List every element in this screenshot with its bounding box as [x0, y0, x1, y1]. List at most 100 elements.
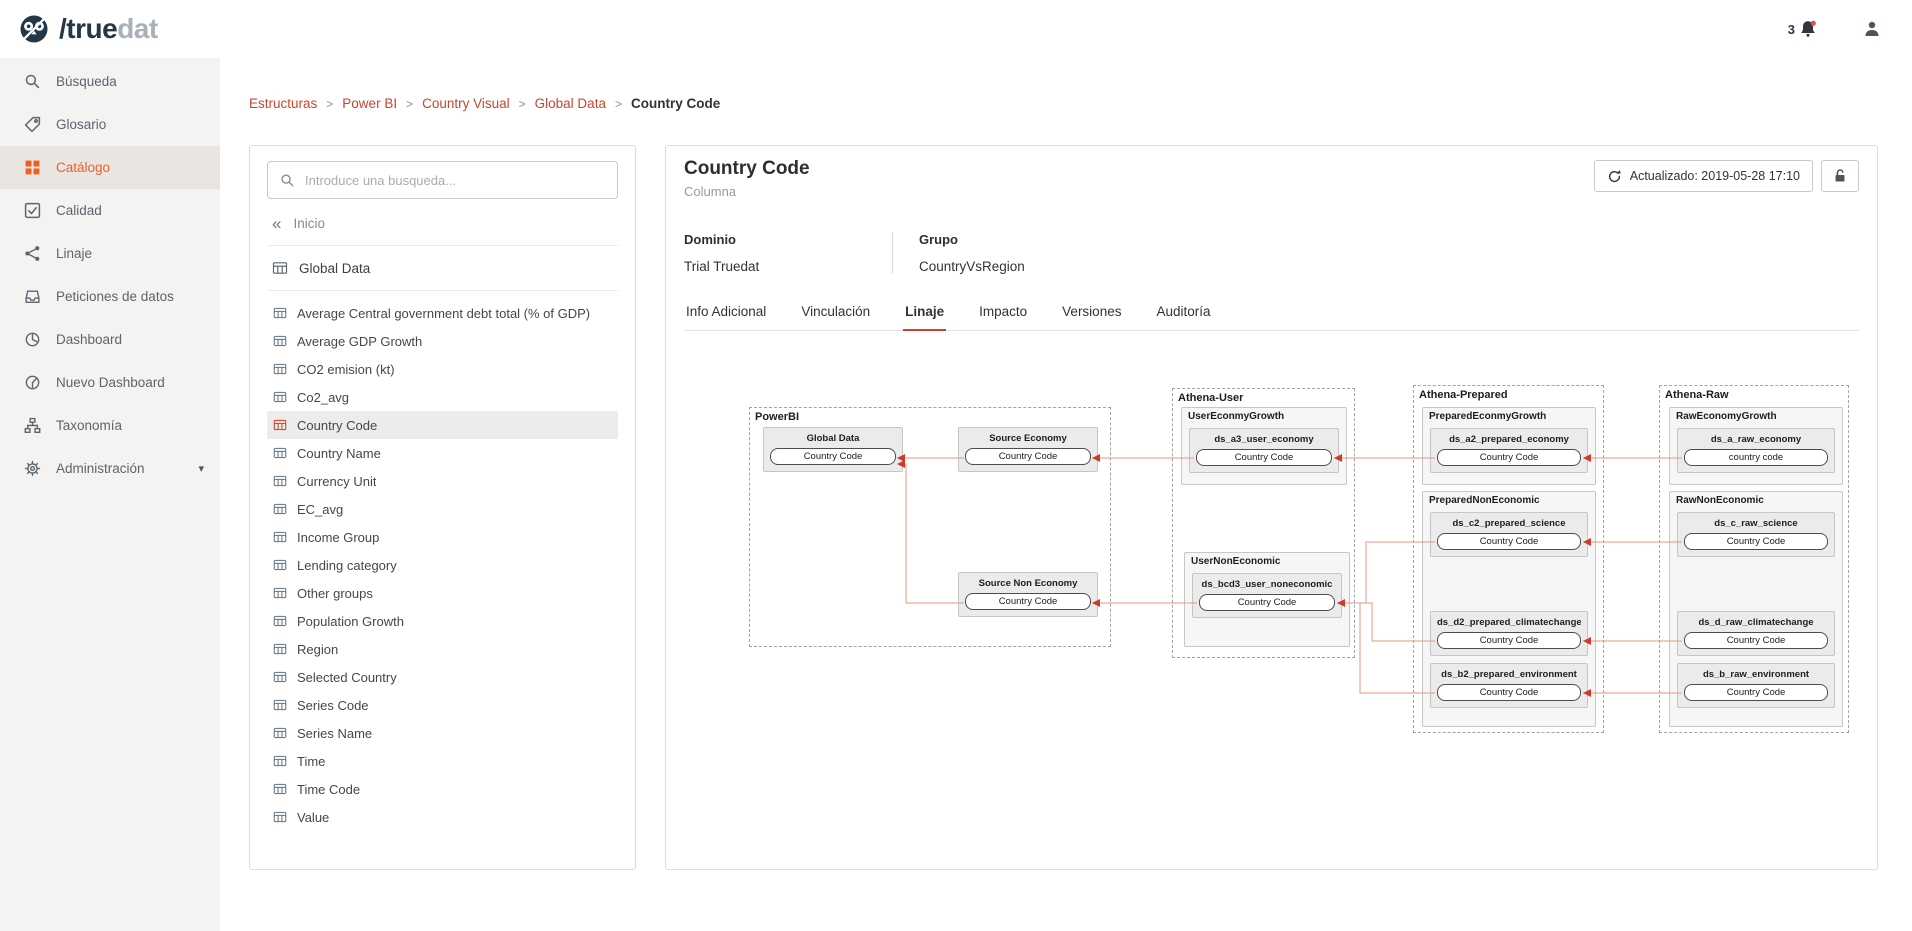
- tree-item-label: Population Growth: [297, 614, 404, 629]
- tree-parent-global-data[interactable]: Global Data: [267, 246, 618, 291]
- lineage-table-name: ds_d2_prepared_climatechange: [1437, 617, 1581, 628]
- lineage-field-pill[interactable]: Country Code: [1437, 449, 1581, 466]
- tree-item[interactable]: Lending category: [267, 551, 618, 579]
- breadcrumb-country-visual[interactable]: Country Visual: [422, 96, 510, 111]
- lineage-table-name: ds_b2_prepared_environment: [1437, 669, 1581, 680]
- tree-item[interactable]: Co2_avg: [267, 383, 618, 411]
- lineage-field-pill[interactable]: Country Code: [965, 593, 1091, 610]
- lineage-group-label: Athena-User: [1178, 392, 1243, 404]
- lineage-table-ds-b2-prepared-environment[interactable]: ds_b2_prepared_environment Country Code: [1430, 663, 1588, 708]
- tree-item[interactable]: Country Name: [267, 439, 618, 467]
- tree-item[interactable]: Selected Country: [267, 663, 618, 691]
- tree-item[interactable]: Other groups: [267, 579, 618, 607]
- tree-item[interactable]: Average GDP Growth: [267, 327, 618, 355]
- refresh-updated-button[interactable]: Actualizado: 2019-05-28 17:10: [1594, 160, 1813, 192]
- search-icon: [24, 73, 41, 90]
- table-icon: [273, 754, 287, 768]
- lineage-subgroup-prepared-noneconomic: PreparedNonEconomic ds_c2_prepared_scien…: [1422, 491, 1596, 727]
- lineage-table-ds-bcd3-user-noneconomic[interactable]: ds_bcd3_user_noneconomic Country Code: [1192, 573, 1342, 618]
- lineage-field-pill[interactable]: country code: [1684, 449, 1828, 466]
- breadcrumb-estructuras[interactable]: Estructuras: [249, 96, 317, 111]
- tree-item-label: Time Code: [297, 782, 360, 797]
- lineage-field-pill[interactable]: Country Code: [1684, 684, 1828, 701]
- tab-linaje[interactable]: Linaje: [903, 304, 946, 331]
- sidebar-item-catalogo[interactable]: Catálogo: [0, 146, 220, 189]
- tree-item[interactable]: Series Code: [267, 691, 618, 719]
- breadcrumb-global-data[interactable]: Global Data: [535, 96, 606, 111]
- tree-item[interactable]: Series Name: [267, 719, 618, 747]
- lineage-table-ds-a3-user-economy[interactable]: ds_a3_user_economy Country Code: [1189, 428, 1339, 473]
- table-icon: [273, 782, 287, 796]
- sidebar-item-linaje[interactable]: Linaje: [0, 232, 220, 275]
- lineage-table-ds-b-raw-environment[interactable]: ds_b_raw_environment Country Code: [1677, 663, 1835, 708]
- sidebar-item-label: Dashboard: [56, 332, 122, 347]
- breadcrumb-power-bi[interactable]: Power BI: [342, 96, 397, 111]
- unlock-icon: [1832, 168, 1848, 184]
- lineage-field-pill[interactable]: Country Code: [965, 448, 1091, 465]
- sidebar-item-dashboard[interactable]: Dashboard: [0, 318, 220, 361]
- lineage-table-ds-a2-prepared-economy[interactable]: ds_a2_prepared_economy Country Code: [1430, 428, 1588, 473]
- bell-icon: [1798, 19, 1818, 39]
- sidebar-item-nuevo-dashboard[interactable]: Nuevo Dashboard: [0, 361, 220, 404]
- tab-versiones[interactable]: Versiones: [1060, 304, 1123, 330]
- tab-impacto[interactable]: Impacto: [977, 304, 1029, 330]
- lineage-field-pill[interactable]: Country Code: [1437, 632, 1581, 649]
- sidebar-item-label: Administración: [56, 461, 145, 476]
- lineage-table-source-non-economy[interactable]: Source Non Economy Country Code: [958, 572, 1098, 617]
- user-icon: [1862, 19, 1882, 39]
- sidebar-item-glosario[interactable]: Glosario: [0, 103, 220, 146]
- lock-button[interactable]: [1821, 160, 1859, 192]
- lineage-field-pill[interactable]: Country Code: [770, 448, 896, 465]
- tree-item[interactable]: Population Growth: [267, 607, 618, 635]
- tree-item-label: Region: [297, 642, 338, 657]
- tree-item[interactable]: Income Group: [267, 523, 618, 551]
- lineage-table-source-economy[interactable]: Source Economy Country Code: [958, 427, 1098, 472]
- tree-item[interactable]: EC_avg: [267, 495, 618, 523]
- sitemap-icon: [24, 417, 41, 434]
- tab-info-adicional[interactable]: Info Adicional: [684, 304, 768, 330]
- tree-item[interactable]: Time Code: [267, 775, 618, 803]
- lineage-field-pill[interactable]: Country Code: [1199, 594, 1335, 611]
- tag-icon: [24, 116, 41, 133]
- lineage-field-pill[interactable]: Country Code: [1684, 632, 1828, 649]
- lineage-table-ds-c2-prepared-science[interactable]: ds_c2_prepared_science Country Code: [1430, 512, 1588, 557]
- sidebar: Búsqueda Glosario Catálogo Calidad Linaj…: [0, 58, 220, 931]
- truedat-logo[interactable]: /truedat: [16, 11, 158, 47]
- lineage-field-pill[interactable]: Country Code: [1196, 449, 1332, 466]
- tree-item[interactable]: Region: [267, 635, 618, 663]
- lineage-table-global-data[interactable]: Global Data Country Code: [763, 427, 903, 472]
- sidebar-item-busqueda[interactable]: Búsqueda: [0, 60, 220, 103]
- sidebar-item-peticiones[interactable]: Peticiones de datos: [0, 275, 220, 318]
- lineage-table-ds-d-raw-climatechange[interactable]: ds_d_raw_climatechange Country Code: [1677, 611, 1835, 656]
- sidebar-item-taxonomia[interactable]: Taxonomía: [0, 404, 220, 447]
- tab-vinculacion[interactable]: Vinculación: [799, 304, 872, 330]
- table-icon: [273, 530, 287, 544]
- tree-item-label: Lending category: [297, 558, 397, 573]
- tree-search-box: [267, 161, 618, 199]
- table-icon: [273, 334, 287, 348]
- lineage-table-name: ds_c2_prepared_science: [1437, 518, 1581, 529]
- user-menu-button[interactable]: [1862, 19, 1882, 39]
- lineage-field-pill[interactable]: Country Code: [1437, 684, 1581, 701]
- lineage-table-ds-c-raw-science[interactable]: ds_c_raw_science Country Code: [1677, 512, 1835, 557]
- tree-back-home[interactable]: « Inicio: [267, 215, 618, 246]
- lineage-field-pill[interactable]: Country Code: [1684, 533, 1828, 550]
- tab-auditoria[interactable]: Auditoría: [1154, 304, 1212, 330]
- tree-item[interactable]: Country Code: [267, 411, 618, 439]
- chevron-down-icon: ▾: [198, 462, 204, 475]
- tree-item[interactable]: Currency Unit: [267, 467, 618, 495]
- sidebar-item-calidad[interactable]: Calidad: [0, 189, 220, 232]
- tree-item-label: EC_avg: [297, 502, 343, 517]
- tree-item[interactable]: Time: [267, 747, 618, 775]
- search-input[interactable]: [305, 173, 605, 188]
- sidebar-item-administracion[interactable]: Administración ▾: [0, 447, 220, 490]
- tree-item[interactable]: CO2 emision (kt): [267, 355, 618, 383]
- table-icon: [273, 698, 287, 712]
- lineage-table-ds-d2-prepared-climatechange[interactable]: ds_d2_prepared_climatechange Country Cod…: [1430, 611, 1588, 656]
- tree-item[interactable]: Value: [267, 803, 618, 831]
- lineage-field-pill[interactable]: Country Code: [1437, 533, 1581, 550]
- tree-item[interactable]: Average Central government debt total (%…: [267, 299, 618, 327]
- inbox-icon: [24, 288, 41, 305]
- notifications-button[interactable]: 3: [1788, 19, 1818, 39]
- lineage-table-ds-a-raw-economy[interactable]: ds_a_raw_economy country code: [1677, 428, 1835, 473]
